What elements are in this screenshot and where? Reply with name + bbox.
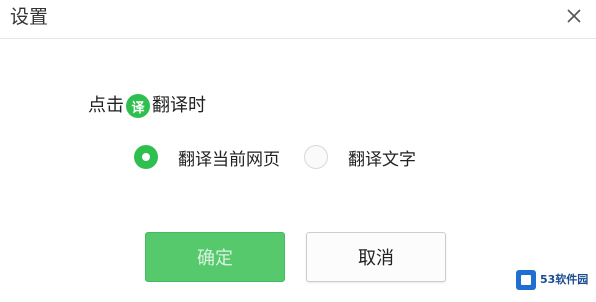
watermark: 53软件园 — [516, 266, 590, 294]
prompt-prefix: 点击 — [88, 95, 124, 116]
watermark-text: 53软件园 — [540, 273, 589, 286]
cancel-button[interactable]: 取消 — [306, 232, 446, 282]
translate-mode-options: 翻译当前网页 翻译文字 — [134, 143, 416, 171]
translate-prompt: 点击 译 翻译时 — [88, 92, 206, 120]
option-label: 翻译文字 — [348, 149, 416, 170]
title-bar: 设置 — [0, 0, 596, 39]
dialog-title: 设置 — [10, 6, 49, 28]
settings-dialog: 设置 点击 译 翻译时 翻译当前网页 翻译文字 确定 取消 53软件园 — [0, 0, 596, 302]
radio-unchecked-icon[interactable] — [304, 145, 328, 169]
ok-button[interactable]: 确定 — [145, 232, 285, 282]
translate-icon: 译 — [126, 94, 150, 118]
close-button[interactable] — [564, 6, 584, 26]
prompt-suffix: 翻译时 — [152, 95, 206, 116]
option-translate-text[interactable]: 翻译文字 — [304, 145, 416, 170]
close-icon — [567, 9, 581, 23]
option-translate-page[interactable]: 翻译当前网页 — [134, 145, 280, 170]
site-logo-icon — [516, 270, 536, 290]
option-label: 翻译当前网页 — [178, 149, 280, 170]
radio-checked-icon[interactable] — [134, 145, 158, 169]
